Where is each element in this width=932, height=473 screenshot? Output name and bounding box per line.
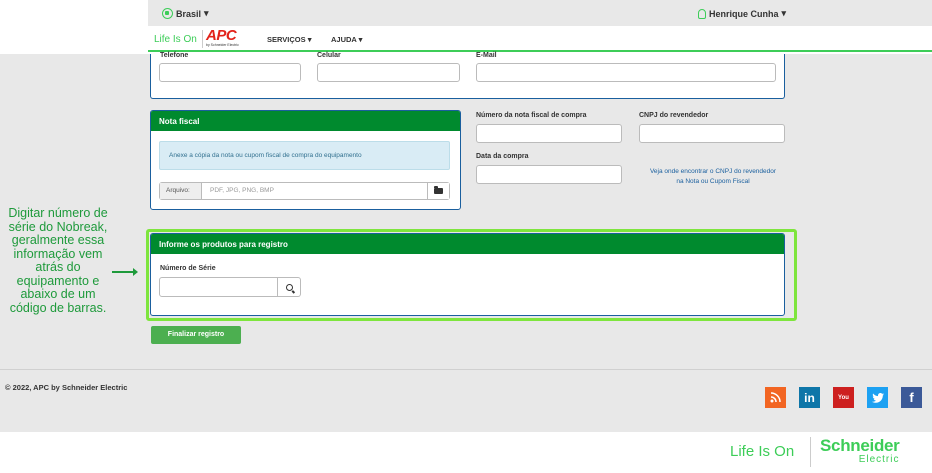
life-is-on-tagline: Life Is On [154, 34, 197, 45]
products-panel: Informe os produtos para registro Número… [150, 233, 785, 316]
file-placeholder: PDF, JPG, PNG, BMP [210, 187, 274, 194]
globe-icon [162, 8, 173, 19]
serial-label: Número de Série [160, 265, 216, 272]
purchase-date-label: Data da compra [476, 153, 529, 160]
schneider-logo: Schneider Electric [820, 437, 900, 465]
main-area [0, 54, 932, 369]
bottom-divider [810, 437, 811, 467]
file-browse-button[interactable] [427, 183, 449, 199]
rss-glyph [770, 392, 781, 403]
schneider-logo-line2: Electric [858, 454, 900, 465]
user-name: Henrique Cunha [709, 8, 779, 19]
contact-panel: Telefone Celular E-Mail [150, 52, 785, 99]
twitter-icon[interactable] [867, 387, 888, 408]
nav-bar: Life Is On APC by Schneider Electric SER… [148, 26, 932, 52]
nota-fiscal-info: Anexe a cópia da nota ou cupom fiscal de… [159, 141, 450, 170]
invoice-number-input[interactable] [476, 124, 622, 143]
mobile-input[interactable] [317, 63, 460, 82]
serial-search [159, 277, 301, 297]
twitter-glyph [871, 392, 884, 403]
search-icon [285, 283, 293, 291]
country-label: Brasil [176, 8, 202, 19]
country-selector[interactable]: Brasil ▾ [162, 8, 209, 19]
mobile-label: Celular [317, 52, 341, 59]
email-input[interactable] [476, 63, 776, 82]
annotation-text: Digitar número de série do Nobreak, gera… [8, 206, 108, 315]
user-icon [698, 8, 706, 19]
serial-input[interactable] [159, 277, 278, 297]
nota-fiscal-title: Nota fiscal [151, 111, 460, 131]
apc-logo-sub: by Schneider Electric [206, 43, 239, 47]
chevron-down-icon: ▾ [781, 8, 787, 18]
user-menu[interactable]: Henrique Cunha ▾ [698, 8, 786, 19]
file-label: Arquivo: [160, 183, 202, 199]
nav-item-servicos[interactable]: SERVIÇOS ▾ [267, 35, 311, 44]
nota-fiscal-panel: Nota fiscal Anexe a cópia da nota ou cup… [150, 110, 461, 210]
folder-open-icon [434, 186, 443, 194]
copyright: © 2022, APC by Schneider Electric [5, 383, 128, 392]
footer [0, 370, 932, 432]
youtube-icon[interactable]: You [833, 387, 854, 408]
schneider-logo-line1: Schneider [820, 436, 900, 455]
serial-search-button[interactable] [278, 277, 301, 297]
cnpj-help-link[interactable]: Veja onde encontrar o CNPJ do revendedor… [648, 167, 778, 187]
top-bar: Brasil ▾ Henrique Cunha ▾ [148, 0, 932, 26]
facebook-icon[interactable]: f [901, 387, 922, 408]
rss-icon[interactable] [765, 387, 786, 408]
phone-input[interactable] [159, 63, 301, 82]
chevron-down-icon: ▾ [204, 8, 209, 18]
purchase-date-input[interactable] [476, 165, 622, 184]
products-title: Informe os produtos para registro [151, 234, 784, 254]
nav-divider [202, 30, 203, 48]
file-upload-field[interactable]: Arquivo: PDF, JPG, PNG, BMP [159, 182, 450, 200]
chevron-down-icon: ▾ [307, 35, 312, 44]
linkedin-icon[interactable]: in [799, 387, 820, 408]
annotation-arrow [112, 268, 138, 276]
nav-item-ajuda[interactable]: AJUDA ▾ [331, 35, 362, 44]
email-label: E-Mail [476, 52, 497, 59]
nav-item-label: AJUDA [331, 35, 357, 44]
finalize-button[interactable]: Finalizar registro [151, 326, 241, 344]
cnpj-label: CNPJ do revendedor [639, 112, 709, 119]
phone-label: Telefone [160, 52, 189, 59]
life-is-on-tagline-bottom: Life Is On [730, 443, 795, 460]
invoice-number-label: Número da nota fiscal de compra [476, 112, 587, 119]
chevron-down-icon: ▾ [358, 35, 363, 44]
nav-item-label: SERVIÇOS [267, 35, 306, 44]
apc-logo[interactable]: APC by Schneider Electric [206, 27, 254, 49]
cnpj-input[interactable] [639, 124, 785, 143]
apc-logo-text: APC [206, 27, 237, 44]
